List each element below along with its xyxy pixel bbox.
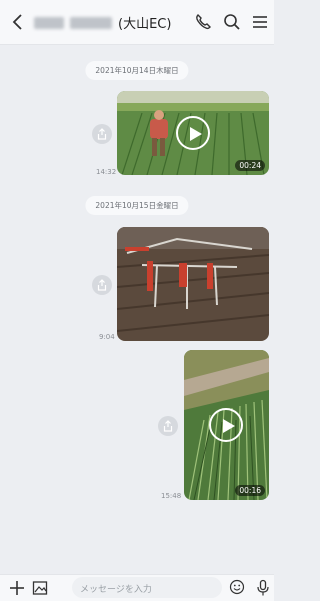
microphone-icon[interactable] [256,579,270,597]
share-icon[interactable] [158,416,178,436]
message-composer: メッセージを入力 [0,574,274,601]
video-duration: 00:24 [235,160,265,171]
image-thumbnail[interactable] [117,227,269,341]
date-separator: 2021年10月15日金曜日 [85,196,189,215]
video-thumbnail[interactable]: 00:16 [184,350,269,500]
image-icon[interactable] [32,580,48,596]
play-icon[interactable] [209,408,243,442]
hamburger-menu-icon[interactable] [250,12,270,32]
message-time: 15:48 [161,492,182,500]
chat-title-suffix: (大山EC) [118,17,172,32]
date-separator: 2021年10月14日木曜日 [85,61,189,80]
video-duration: 00:16 [235,485,265,496]
chevron-left-icon[interactable] [8,12,28,32]
video-thumbnail[interactable]: 00:24 [117,91,269,175]
chat-title: (大山EC) [34,13,171,32]
redacted-name [34,16,64,29]
message-time: 14:32 [96,168,117,176]
share-icon[interactable] [92,124,112,144]
chat-header: (大山EC) [0,0,274,45]
share-icon[interactable] [92,275,112,295]
phone-icon[interactable] [193,12,213,32]
plus-icon[interactable] [8,579,26,597]
message-input-placeholder: メッセージを入力 [80,585,152,595]
play-icon[interactable] [176,116,210,150]
message-time: 9:04 [99,333,115,341]
search-icon[interactable] [222,12,242,32]
redacted-name [70,16,112,29]
thumbnail-image [117,227,269,341]
emoji-icon[interactable] [229,579,245,595]
message-input[interactable]: メッセージを入力 [72,577,222,598]
chat-area[interactable]: 2021年10月14日木曜日 14:32 00:24 2021年10月15日金曜… [0,44,274,574]
